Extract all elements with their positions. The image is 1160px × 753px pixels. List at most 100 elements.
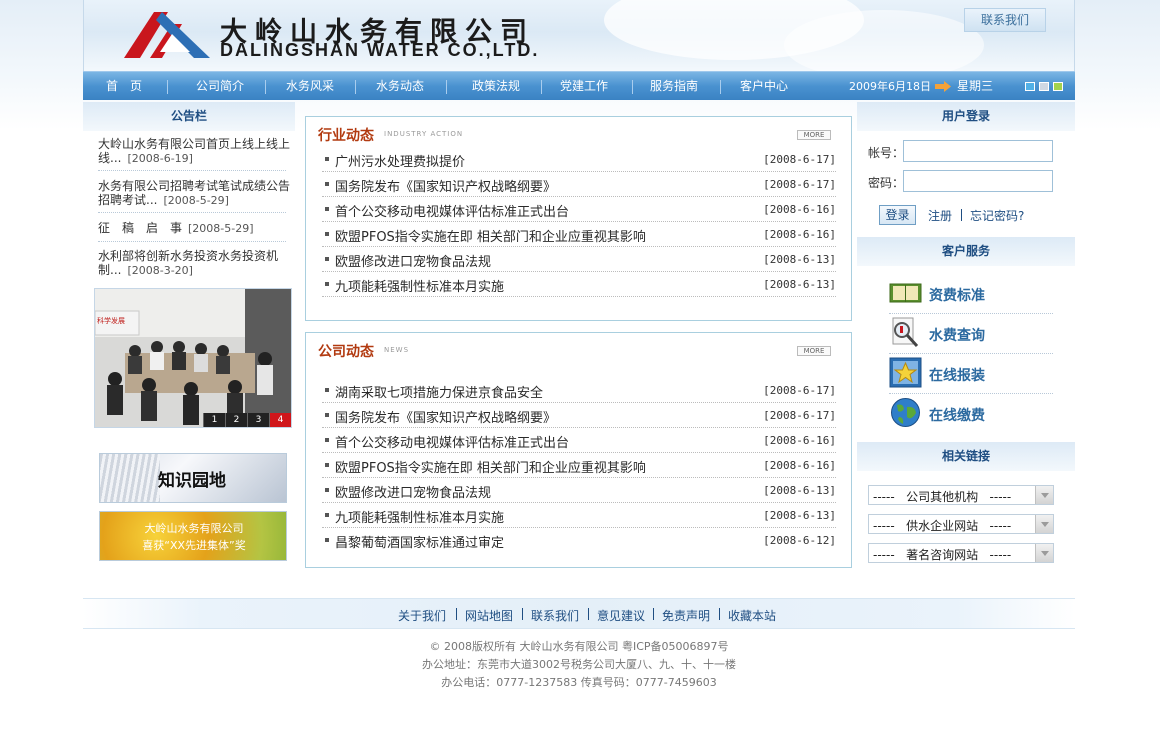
slide-page-button[interactable]: 2: [225, 413, 247, 427]
news-item[interactable]: 国务院发布《国家知识产权战略纲要》 [2008-6-17]: [322, 172, 836, 197]
nav-separator: [167, 80, 168, 94]
chevron-down-icon[interactable]: [1035, 544, 1053, 562]
news-item[interactable]: 广州污水处理费拟提价 [2008-6-17]: [322, 147, 836, 172]
slide-page-button[interactable]: 4: [269, 413, 291, 427]
news-item[interactable]: 九项能耗强制性标准本月实施 [2008-6-13]: [322, 503, 836, 528]
other-orgs-select[interactable]: ----- 公司其他机构 -----: [868, 485, 1054, 505]
footer-link-contact[interactable]: 联系我们: [531, 607, 579, 624]
service-item-query[interactable]: 水费查询: [889, 314, 1053, 354]
footer-link-sitemap[interactable]: 网站地图: [465, 607, 513, 624]
footer-link-feedback[interactable]: 意见建议: [597, 607, 645, 624]
bullet-icon: [325, 388, 329, 392]
company-more-button[interactable]: MORE: [797, 346, 831, 356]
divider: [98, 241, 286, 242]
nav-item-about[interactable]: 公司简介: [177, 72, 263, 101]
service-item-install[interactable]: 在线报装: [889, 354, 1053, 394]
news-item[interactable]: 首个公交移动电视媒体评估标准正式出台 [2008-6-16]: [322, 197, 836, 222]
news-title[interactable]: 欧盟修改进口宠物食品法规: [335, 482, 491, 501]
login-button[interactable]: 登录: [879, 205, 916, 225]
news-item[interactable]: 欧盟PFOS指令实施在即 相关部门和企业应重视其影响 [2008-6-16]: [322, 453, 836, 478]
globe-icon: [891, 398, 920, 427]
knowledge-banner-label: 知识园地: [158, 471, 226, 491]
password-input[interactable]: [903, 170, 1053, 192]
slide-page-button[interactable]: 3: [247, 413, 269, 427]
skin-green-button[interactable]: [1053, 82, 1063, 91]
water-supply-sites-select[interactable]: ----- 供水企业网站 -----: [868, 514, 1054, 534]
service-label[interactable]: 在线缴费: [929, 405, 985, 425]
nav-item-policy[interactable]: 政策法规: [451, 72, 541, 101]
cloud-decoration: [784, 10, 984, 71]
news-title[interactable]: 国务院发布《国家知识产权战略纲要》: [335, 176, 556, 195]
arrow-icon: [935, 81, 951, 92]
service-label[interactable]: 资费标准: [929, 285, 985, 305]
bullet-icon: [325, 232, 329, 236]
footer-link-bookmark[interactable]: 收藏本站: [728, 607, 776, 624]
register-link[interactable]: 注册: [928, 207, 952, 224]
news-item[interactable]: 欧盟PFOS指令实施在即 相关部门和企业应重视其影响 [2008-6-16]: [322, 222, 836, 247]
news-date: [2008-6-17]: [763, 153, 836, 166]
nav-item-customer[interactable]: 客户中心: [721, 72, 807, 101]
industry-more-button[interactable]: MORE: [797, 130, 831, 140]
news-title[interactable]: 九项能耗强制性标准本月实施: [335, 276, 504, 295]
news-title[interactable]: 广州污水处理费拟提价: [335, 151, 465, 170]
nav-item-style[interactable]: 水务风采: [267, 72, 353, 101]
notice-title[interactable]: 征 稿 启 事: [98, 221, 182, 235]
site-header: 大岭山水务有限公司 DALINGSHAN WATER CO.,LTD. 联系我们: [83, 0, 1075, 71]
footer-link-disclaimer[interactable]: 免责声明: [662, 607, 710, 624]
service-item-fees[interactable]: 资费标准: [889, 274, 1053, 314]
news-item[interactable]: 欧盟修改进口宠物食品法规 [2008-6-13]: [322, 478, 836, 503]
nav-item-news[interactable]: 水务动态: [357, 72, 443, 101]
skin-blue-button[interactable]: [1025, 82, 1035, 91]
news-item[interactable]: 国务院发布《国家知识产权战略纲要》 [2008-6-17]: [322, 403, 836, 428]
news-title[interactable]: 昌黎葡萄酒国家标准通过审定: [335, 532, 504, 551]
footer-links-bar: 关于我们 网站地图 联系我们 意见建议 免责声明 收藏本站: [83, 598, 1075, 629]
news-title[interactable]: 首个公交移动电视媒体评估标准正式出台: [335, 201, 569, 220]
notice-item[interactable]: 水务有限公司招聘考试笔试成绩公告招聘考试... [2008-5-29]: [98, 179, 292, 208]
news-date: [2008-6-13]: [763, 509, 836, 522]
award-banner[interactable]: 大岭山水务有限公司 喜获“XX先进集体”奖: [99, 511, 287, 561]
consulting-sites-select[interactable]: ----- 著名咨询网站 -----: [868, 543, 1054, 563]
news-item[interactable]: 首个公交移动电视媒体评估标准正式出台 [2008-6-16]: [322, 428, 836, 453]
news-title[interactable]: 欧盟修改进口宠物食品法规: [335, 251, 491, 270]
service-label[interactable]: 水费查询: [929, 325, 985, 345]
news-title[interactable]: 九项能耗强制性标准本月实施: [335, 507, 504, 526]
service-label[interactable]: 在线报装: [929, 365, 985, 385]
account-input[interactable]: [903, 140, 1053, 162]
news-item[interactable]: 九项能耗强制性标准本月实施 [2008-6-13]: [322, 272, 836, 297]
news-title[interactable]: 首个公交移动电视媒体评估标准正式出台: [335, 432, 569, 451]
nav-item-party[interactable]: 党建工作: [541, 72, 627, 101]
bullet-icon: [325, 413, 329, 417]
nav-item-home[interactable]: 首 页: [91, 72, 157, 101]
main-nav: 首 页 公司简介 水务风采 水务动态 政策法规 党建工作 服务指南 客户中心 2…: [83, 71, 1075, 100]
notice-item[interactable]: 大岭山水务有限公司首页上线上线上线... [2008-6-19]: [98, 137, 292, 166]
company-news-title: 公司动态: [318, 344, 374, 360]
contact-us-button[interactable]: 联系我们: [964, 8, 1046, 32]
knowledge-banner[interactable]: 知识园地: [99, 453, 287, 503]
notice-item[interactable]: 征 稿 启 事 [2008-5-29]: [98, 221, 292, 236]
news-date: [2008-6-12]: [763, 534, 836, 547]
news-title[interactable]: 欧盟PFOS指令实施在即 相关部门和企业应重视其影响: [335, 226, 646, 245]
skin-gray-button[interactable]: [1039, 82, 1049, 91]
news-item[interactable]: 欧盟修改进口宠物食品法规 [2008-6-13]: [322, 247, 836, 272]
news-date: [2008-6-16]: [763, 434, 836, 447]
footer-link-about[interactable]: 关于我们: [398, 607, 446, 624]
chevron-down-icon[interactable]: [1035, 486, 1053, 504]
news-title[interactable]: 欧盟PFOS指令实施在即 相关部门和企业应重视其影响: [335, 457, 646, 476]
news-item[interactable]: 昌黎葡萄酒国家标准通过审定 [2008-6-12]: [322, 528, 836, 553]
meeting-photo-slideshow[interactable]: 科学发展 1 2 3 4: [94, 288, 292, 428]
select-value: ----- 公司其他机构 -----: [873, 490, 1012, 504]
nav-separator: [446, 80, 447, 94]
chevron-down-icon[interactable]: [1035, 515, 1053, 533]
notice-header: 公告栏: [83, 102, 295, 131]
notice-item[interactable]: 水利部将创新水务投资水务投资机制... [2008-3-20]: [98, 249, 292, 278]
forgot-password-link[interactable]: 忘记密码?: [970, 207, 1024, 224]
service-item-payment[interactable]: 在线缴费: [889, 394, 1053, 434]
slide-page-button[interactable]: 1: [203, 413, 225, 427]
bullet-icon: [325, 463, 329, 467]
company-logo-icon: [124, 12, 210, 58]
nav-item-guide[interactable]: 服务指南: [631, 72, 717, 101]
news-date: [2008-6-13]: [763, 278, 836, 291]
news-title[interactable]: 湖南采取七项措施力保进京食品安全: [335, 382, 543, 401]
news-item[interactable]: 湖南采取七项措施力保进京食品安全 [2008-6-17]: [322, 378, 836, 403]
news-title[interactable]: 国务院发布《国家知识产权战略纲要》: [335, 407, 556, 426]
